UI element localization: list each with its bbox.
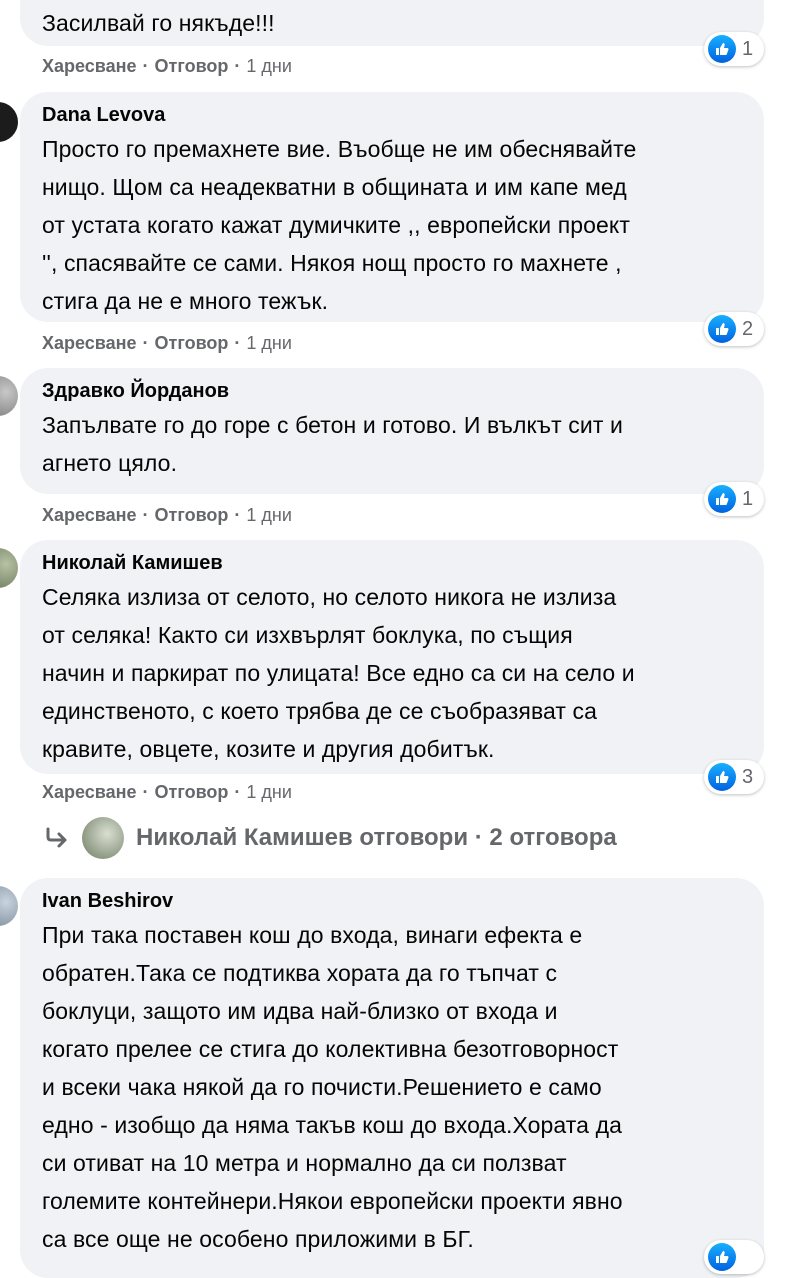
reply-link[interactable]: Отговор <box>155 333 229 354</box>
comment-bubble: Dana Levova Просто го премахнете вие. Въ… <box>20 92 764 322</box>
reply-arrow-icon <box>46 827 67 848</box>
like-icon <box>708 1243 736 1271</box>
reaction-count[interactable]: 2 <box>704 312 764 346</box>
reaction-count[interactable] <box>704 1240 764 1274</box>
like-link[interactable]: Харесване <box>42 782 137 803</box>
avatar[interactable] <box>0 886 18 926</box>
comment-author[interactable]: Dana Levova <box>42 100 742 130</box>
separator-dot: · <box>234 505 241 525</box>
comment-actions: Харесване · Отговор · 1 дни <box>42 505 292 526</box>
like-link[interactable]: Харесване <box>42 505 137 526</box>
reaction-count-value: 1 <box>742 37 754 60</box>
comment-text: Запълвате го до горе с бетон и готово. И… <box>42 412 623 476</box>
comment-author[interactable]: Ivan Beshirov <box>42 886 742 916</box>
separator-dot: · <box>142 505 149 525</box>
comment-text: Селяка излиза от селото, но селото никог… <box>42 584 635 762</box>
comment-author[interactable]: Здравко Йорданов <box>42 376 742 406</box>
reply-avatar <box>82 817 124 859</box>
avatar[interactable] <box>0 102 18 142</box>
comment-bubble: Здравко Йорданов Запълвате го до горе с … <box>20 368 764 494</box>
avatar[interactable] <box>0 376 18 416</box>
comment-bubble: Засилвай го някъде!!! <box>20 0 764 46</box>
comment-actions: Харесване · Отговор · 1 дни <box>42 333 292 354</box>
comment-text: Засилвай го някъде!!! <box>42 10 275 36</box>
like-icon <box>708 485 736 513</box>
like-icon <box>708 315 736 343</box>
reaction-count-value: 3 <box>742 765 754 788</box>
comment-bubble: Ivan Beshirov При така поставен кош до в… <box>20 878 764 1278</box>
avatar[interactable] <box>0 548 18 588</box>
reply-link[interactable]: Отговор <box>155 56 229 77</box>
comment-actions: Харесване · Отговор · 1 дни <box>42 56 292 77</box>
comment-time[interactable]: 1 дни <box>246 333 292 354</box>
like-icon <box>708 35 736 63</box>
like-icon <box>708 763 736 791</box>
reaction-count[interactable]: 1 <box>704 482 764 516</box>
reply-link[interactable]: Отговор <box>155 505 229 526</box>
separator-dot: · <box>142 333 149 353</box>
reply-link[interactable]: Отговор <box>155 782 229 803</box>
reaction-count[interactable]: 1 <box>704 32 764 66</box>
view-replies-link[interactable]: Николай Камишев отговори · 2 отговора <box>44 816 617 860</box>
comment-time[interactable]: 1 дни <box>246 782 292 803</box>
reaction-count-value: 2 <box>742 317 754 340</box>
comment-actions: Харесване · Отговор · 1 дни <box>42 782 292 803</box>
separator-dot: · <box>234 782 241 802</box>
separator-dot: · <box>142 56 149 76</box>
reaction-count-value: 1 <box>742 487 754 510</box>
separator-dot: · <box>234 333 241 353</box>
comment-bubble: Николай Камишев Селяка излиза от селото,… <box>20 540 764 774</box>
like-link[interactable]: Харесване <box>42 56 137 77</box>
comment-text: При така поставен кош до входа, винаги е… <box>42 922 623 1252</box>
comment-author[interactable]: Николай Камишев <box>42 548 742 578</box>
separator-dot: · <box>142 782 149 802</box>
comment-text: Просто го премахнете вие. Въобще не им о… <box>42 136 637 314</box>
comment-time[interactable]: 1 дни <box>246 505 292 526</box>
comment-time[interactable]: 1 дни <box>246 56 292 77</box>
like-link[interactable]: Харесване <box>42 333 137 354</box>
reaction-count[interactable]: 3 <box>704 760 764 794</box>
separator-dot: · <box>234 56 241 76</box>
view-replies-label[interactable]: Николай Камишев отговори · 2 отговора <box>136 824 617 852</box>
